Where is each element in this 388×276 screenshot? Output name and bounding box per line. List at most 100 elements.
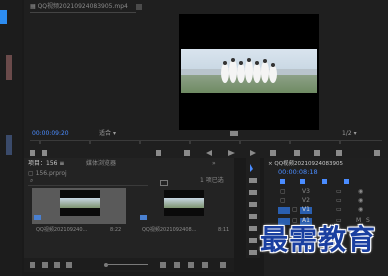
tab-media-browser[interactable]: 媒体浏览器 (86, 160, 116, 168)
chevron-down-icon: ▾ (112, 130, 116, 137)
video-frame (179, 14, 319, 130)
new-bin-icon[interactable] (160, 180, 168, 186)
watermark-text: 最需教育 (260, 223, 377, 256)
track-lock-icon[interactable]: ▢ (292, 206, 298, 214)
mark-out-icon (42, 150, 47, 156)
dancers-silhouette (181, 58, 317, 83)
clip-name: QQ视频2021092408... (142, 227, 197, 233)
sync-lock-icon[interactable]: ▭ (336, 188, 342, 196)
lock-icon (30, 262, 35, 268)
fit-dropdown-label: 适合 (99, 130, 112, 137)
zoom-slider-track (108, 264, 148, 265)
watermark-logo: 最需教育 (260, 222, 386, 262)
track-lock-icon[interactable]: ▢ (280, 188, 286, 196)
sync-lock-icon[interactable]: ▭ (336, 206, 342, 214)
go-to-out-icon (270, 150, 276, 156)
monitor-timeline-ruler[interactable] (30, 140, 382, 145)
linked-selection-icon (300, 179, 305, 184)
eye-icon[interactable]: ◉ (358, 197, 363, 205)
timeline-tab-title: QQ视频20210924083905 (274, 161, 344, 167)
add-marker-icon (322, 179, 327, 184)
fit-dropdown[interactable]: 适合 ▾ (99, 130, 116, 138)
find-icon (188, 262, 194, 268)
timeline-timecode[interactable]: 00:00:08:18 (278, 168, 318, 176)
slip-icon (249, 214, 257, 219)
monitor-center-marker (230, 131, 238, 136)
monitor-tab-title: QQ视频20210924083905.mp4 (37, 3, 128, 10)
sync-lock-icon[interactable]: ▭ (336, 197, 342, 205)
chevron-down-icon: ▾ (353, 130, 357, 137)
hand-icon (249, 238, 257, 243)
clip-item[interactable] (32, 188, 126, 224)
transport-controls (24, 148, 388, 158)
tab-project-label: 项目：156 (28, 160, 58, 167)
icon-view-icon (54, 262, 60, 268)
project-search-input[interactable]: ⌕ (28, 177, 148, 186)
selection-tool-icon (250, 164, 253, 172)
snap-icon (280, 179, 285, 184)
panel-overflow-icon[interactable]: » (212, 160, 216, 168)
tools-panel (246, 158, 260, 258)
monitor-tab-underline (30, 12, 136, 13)
timeline-settings-icon (344, 179, 349, 184)
button-editor-icon (374, 150, 380, 156)
track-row-v1[interactable]: ▢ V1 ▭ ◉ (278, 206, 388, 215)
track-select-icon (249, 178, 257, 183)
program-monitor: ▦ QQ视频20210924083905.mp4 00:00:09:20 适合 … (24, 0, 388, 148)
project-panel: 项目：156 ≡ 媒体浏览器 » ▢ 156.prproj ⌕ 1 项已选 QQ… (24, 158, 234, 258)
search-icon: ⌕ (30, 177, 34, 184)
timeline-tab[interactable]: × QQ视频20210924083905 (268, 160, 343, 168)
export-frame-icon (336, 150, 342, 156)
sort-icon (160, 262, 166, 268)
trash-icon (220, 262, 226, 268)
pen-icon (249, 226, 257, 231)
timeline-toolbar (278, 178, 378, 186)
folder-icon: ▢ (28, 170, 36, 177)
razor-icon (249, 202, 257, 207)
hamburger-menu-icon[interactable]: ≡ (59, 160, 64, 167)
automate-icon (174, 262, 180, 268)
step-forward-icon (250, 150, 256, 156)
clip-video-badge-icon (34, 215, 41, 220)
clip-item[interactable] (138, 188, 232, 224)
eye-icon[interactable]: ◉ (358, 206, 363, 214)
track-label: V2 (302, 197, 310, 204)
program-timecode[interactable]: 00:00:09:20 (32, 130, 69, 138)
video-image (181, 49, 317, 93)
track-label: V1 (302, 206, 310, 213)
freeform-view-icon (66, 262, 72, 268)
step-back-icon (206, 150, 212, 156)
resolution-dropdown[interactable]: 1/2 ▾ (342, 130, 357, 138)
selection-count: 1 项已选 (200, 177, 224, 184)
extract-icon (314, 150, 320, 156)
track-label: V3 (302, 188, 310, 195)
project-bottom-bar (24, 258, 234, 272)
ripple-edit-icon (249, 190, 257, 195)
mark-in-icon (30, 150, 35, 156)
resolution-label: 1/2 (342, 130, 352, 137)
side-thumbnail-2 (6, 135, 12, 155)
source-patch-v1[interactable] (278, 207, 290, 214)
active-panel-indicator[interactable] (0, 10, 7, 24)
track-lock-icon[interactable]: ▢ (280, 197, 286, 205)
project-file-name: 156.prproj (35, 170, 67, 177)
add-marker-icon (156, 150, 161, 156)
play-icon (228, 150, 235, 156)
new-item-icon (202, 262, 208, 268)
clip-duration: 8:11 (218, 227, 230, 233)
eye-icon[interactable]: ◉ (358, 188, 363, 196)
track-row-v2[interactable]: ▢ V2 ▭ ◉ (278, 197, 388, 206)
program-monitor-tab[interactable]: ▦ QQ视频20210924083905.mp4 (30, 3, 128, 11)
monitor-tab-menu-icon[interactable] (136, 4, 142, 10)
zoom-slider-handle-icon (104, 263, 108, 267)
clip-video-badge-icon (140, 215, 147, 220)
clip-thumbnail (164, 190, 204, 216)
clip-name: QQ视频202109240... (36, 227, 88, 233)
list-view-icon (42, 262, 48, 268)
go-to-in-icon (184, 150, 190, 156)
tab-project[interactable]: 项目：156 ≡ (28, 160, 64, 168)
clip-thumbnail (60, 190, 100, 216)
track-row-v3[interactable]: ▢ V3 ▭ ◉ (278, 188, 388, 197)
type-icon (249, 250, 257, 255)
monitor-tab-prefix-icon: ▦ (30, 3, 38, 10)
